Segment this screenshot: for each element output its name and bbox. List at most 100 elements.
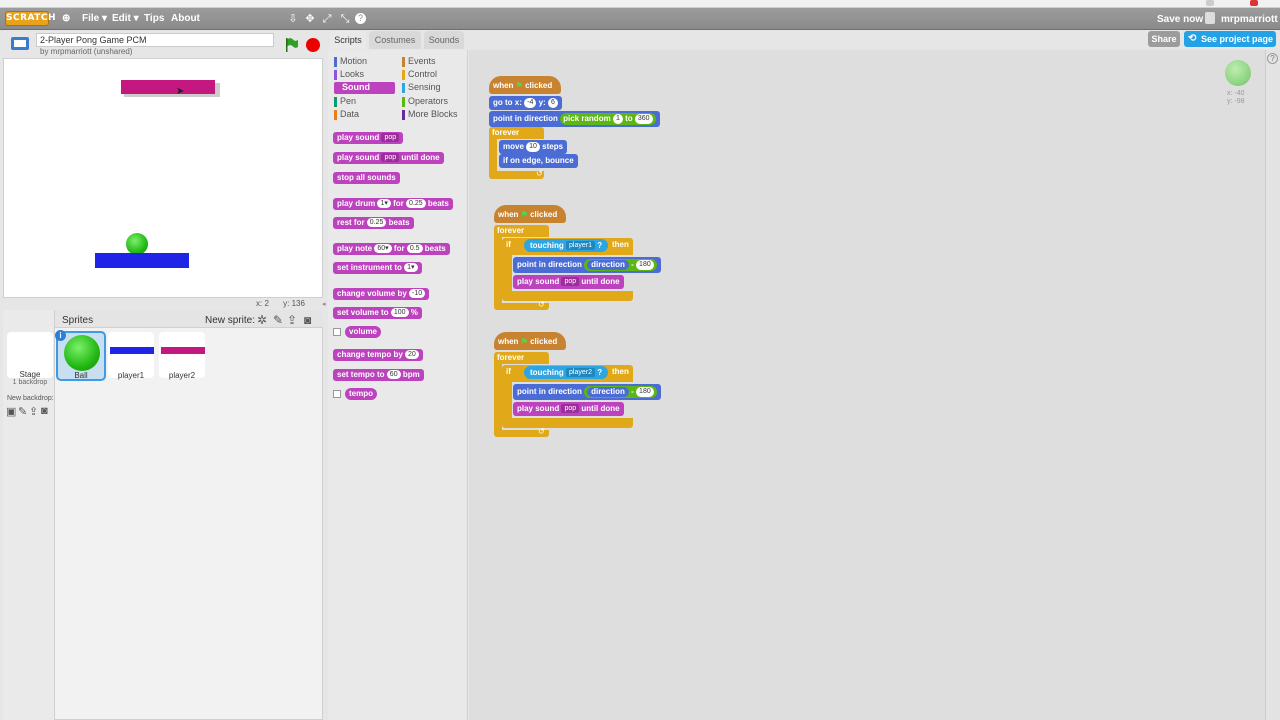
menu-file[interactable]: File ▾ [82,13,107,24]
block-set-tempo[interactable]: set tempo to 60 bpm [333,369,424,381]
category-sound[interactable]: Sound [334,82,395,94]
player2-paddle[interactable] [121,80,215,94]
category-looks[interactable]: Looks [334,69,364,80]
block-change-volume[interactable]: change volume by -10 [333,288,430,300]
reporter-tempo[interactable]: tempo [345,388,377,400]
when-flag-clicked-block[interactable]: when ⚑ clicked [489,76,561,94]
my-stuff-icon[interactable] [1205,12,1215,24]
grow-icon[interactable]: ⤢ [320,12,334,26]
menu-tips[interactable]: Tips [144,13,164,24]
help-icon[interactable]: ? [355,13,366,24]
sprite-thumb-ball-selected[interactable]: i Ball [55,330,106,381]
share-button[interactable]: Share [1148,31,1180,47]
save-now-link[interactable]: Save now [1157,14,1203,25]
stage-canvas[interactable]: ➤ [3,58,323,298]
touching-block[interactable]: touching player1 ? [524,239,609,252]
help-icon[interactable]: ? [1267,53,1278,64]
category-motion[interactable]: Motion [334,56,367,67]
tab-sounds[interactable]: Sounds [424,31,464,49]
category-data[interactable]: Data [334,109,359,120]
block-play-sound[interactable]: play sound pop [333,132,404,144]
ball-sprite[interactable] [126,233,148,255]
goto-y-input[interactable]: 6 [547,97,558,108]
sound-dropdown[interactable]: pop [561,404,580,414]
category-operators[interactable]: Operators [402,96,448,107]
block-play-sound-until-done[interactable]: play sound pop until done [333,152,444,164]
block-set-instrument[interactable]: set instrument to 1▾ [333,262,422,274]
move-steps-block[interactable]: move 10 steps [499,140,568,154]
point-in-direction-block[interactable]: point in direction direction - 180 [513,257,661,273]
play-sound-until-done-block[interactable]: play sound pop until done [513,402,624,416]
info-icon[interactable]: i [55,330,66,341]
project-title-input[interactable]: 2-Player Pong Game PCM [36,33,274,47]
upload-sprite-icon[interactable]: ⇪ [287,313,297,327]
random-from-input[interactable]: 1 [612,113,623,124]
direction-reporter[interactable]: direction [587,387,629,397]
block-stop-all-sounds[interactable]: stop all sounds [333,172,400,184]
category-control[interactable]: Control [402,69,437,80]
pick-random-block[interactable]: pick random 1 to 360 [560,113,656,125]
rest-input[interactable]: 0.25 [366,218,387,228]
set-volume-input[interactable]: 100 [390,308,409,318]
sound-dropdown[interactable]: pop [381,133,400,143]
when-flag-clicked-block[interactable]: when ⚑ clicked [494,332,566,350]
category-events[interactable]: Events [402,56,436,67]
go-to-xy-block[interactable]: go to x: -4 y: 6 [489,96,562,110]
backdrop-upload-icon[interactable]: ⇪ [29,405,38,418]
duplicate-icon[interactable]: ⇩ [286,12,300,26]
see-project-page-button[interactable]: ⟲ See project page [1184,31,1276,47]
tempo-checkbox[interactable] [333,390,341,398]
touching-target-dropdown[interactable]: player1 [566,241,595,251]
collapse-stage-icon[interactable]: ◂ [322,300,327,308]
drum-beats-input[interactable]: 0.25 [406,199,426,209]
globe-icon[interactable]: ⊕ [62,13,70,24]
shrink-icon[interactable]: ⤡ [338,12,352,26]
subtract-operator-block[interactable]: direction - 180 [584,386,657,398]
presentation-mode-icon[interactable] [10,36,30,52]
bounce-block[interactable]: if on edge, bounce [499,154,578,168]
delete-icon[interactable]: ✥ [303,12,317,26]
touching-block[interactable]: touching player2 ? [524,366,609,379]
tab-costumes[interactable]: Costumes [369,31,421,49]
direction-value-input[interactable]: 180 [636,259,654,270]
random-to-input[interactable]: 360 [634,113,653,124]
tab-scripts[interactable]: Scripts [330,31,366,49]
block-rest-for[interactable]: rest for 0.25 beats [333,217,414,229]
point-in-direction-block[interactable]: point in direction direction - 180 [513,384,661,400]
block-set-volume[interactable]: set volume to 100 % [333,307,422,319]
note-input[interactable]: 60▾ [374,244,392,254]
point-in-direction-block[interactable]: point in direction pick random 1 to 360 [489,111,660,127]
block-play-drum[interactable]: play drum 1▾ for 0.25 beats [333,198,453,210]
sound-dropdown[interactable]: pop [381,153,400,163]
set-tempo-input[interactable]: 60 [386,370,401,380]
green-flag-icon[interactable] [284,37,300,53]
scripts-scrollbar[interactable] [1265,50,1280,720]
category-more-blocks[interactable]: More Blocks [402,109,458,120]
instrument-input[interactable]: 1▾ [404,263,418,273]
extension-icon[interactable] [1206,0,1214,6]
goto-x-input[interactable]: -4 [524,97,537,108]
backdrop-camera-icon[interactable]: ◙ [41,405,48,417]
drum-input[interactable]: 1▾ [377,199,391,209]
backdrop-library-icon[interactable]: ▣ [6,405,16,418]
paint-sprite-icon[interactable]: ✲ [257,313,267,327]
direction-reporter[interactable]: direction [587,260,629,270]
reporter-volume[interactable]: volume [345,326,382,338]
volume-checkbox[interactable] [333,328,341,336]
when-flag-clicked-block[interactable]: when ⚑ clicked [494,205,566,223]
direction-value-input[interactable]: 180 [636,386,654,397]
backdrop-paint-icon[interactable]: ✎ [18,405,27,418]
paintbrush-icon[interactable]: ✎ [273,313,283,327]
menu-edit[interactable]: Edit ▾ [112,13,139,24]
menu-about[interactable]: About [171,13,200,24]
camera-icon[interactable]: ◙ [304,313,311,327]
notification-icon[interactable] [1250,0,1258,6]
touching-target-dropdown[interactable]: player2 [566,368,595,378]
category-sensing[interactable]: Sensing [402,82,441,93]
change-tempo-input[interactable]: 20 [405,350,419,360]
player1-paddle[interactable] [95,253,189,268]
change-volume-input[interactable]: -10 [409,289,426,299]
category-pen[interactable]: Pen [334,96,356,107]
move-steps-input[interactable]: 10 [526,141,540,152]
block-change-tempo[interactable]: change tempo by 20 [333,349,423,361]
